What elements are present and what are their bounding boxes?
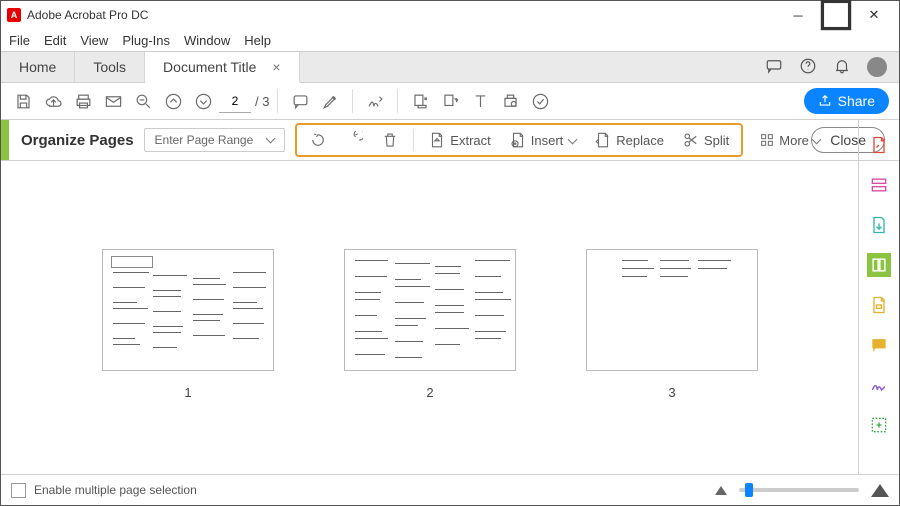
close-tab-icon[interactable]: × [272,59,280,75]
minimize-button[interactable]: ─ [779,2,817,28]
split-button[interactable]: Split [676,131,735,149]
rotate-ccw-button[interactable] [303,131,333,149]
rotate-cw-button[interactable] [339,131,369,149]
delete-button[interactable] [375,131,405,149]
tab-document[interactable]: Document Title× [145,52,300,83]
zoom-large-icon[interactable] [871,484,889,497]
rail-edit-icon[interactable] [867,293,891,317]
insert-button[interactable]: Insert [503,131,583,149]
page-down-icon[interactable] [189,87,217,115]
multi-select-label: Enable multiple page selection [34,483,197,497]
zoom-slider[interactable] [739,488,859,492]
organize-pages-title: Organize Pages [21,132,134,149]
rail-create-pdf-icon[interactable] [867,133,891,157]
tab-tools[interactable]: Tools [75,52,145,82]
email-icon[interactable] [99,87,127,115]
close-window-button[interactable]: ✕ [855,2,893,28]
thumbnail-area: for(let i=0;i<26;i++)document.write('<di… [1,159,859,475]
maximize-button[interactable] [817,2,855,28]
sign-icon[interactable] [361,87,389,115]
rail-export-icon[interactable] [867,213,891,237]
rail-more-tools-icon[interactable] [867,413,891,437]
replace-button[interactable]: Replace [588,131,670,149]
highlight-icon[interactable] [316,87,344,115]
bell-icon[interactable] [833,57,851,78]
rail-combine-icon[interactable] [867,173,891,197]
organize-tools-highlight: Extract Insert Replace Split [295,123,743,157]
page-label-2: 2 [426,385,433,400]
menu-edit[interactable]: Edit [44,33,66,48]
page-thumbnail-2[interactable]: for(let i=0;i<30;i++)document.write('<di… [344,249,516,371]
rail-fill-sign-icon[interactable] [867,373,891,397]
rotate-page-icon[interactable] [436,87,464,115]
zoom-small-icon[interactable] [715,486,727,495]
page-label-1: 1 [184,385,191,400]
print-icon[interactable] [69,87,97,115]
page-thumbnail-1[interactable]: for(let i=0;i<26;i++)document.write('<di… [102,249,274,371]
menu-file[interactable]: File [9,33,30,48]
extract-button[interactable]: Extract [422,131,496,149]
menu-window[interactable]: Window [184,33,230,48]
cloud-upload-icon[interactable] [39,87,67,115]
page-label-3: 3 [668,385,675,400]
multi-select-checkbox[interactable] [11,483,26,498]
chat-icon[interactable] [765,57,783,78]
zoom-out-icon[interactable] [129,87,157,115]
app-icon: A [7,8,21,22]
share-button[interactable]: Share [804,88,889,114]
accent-bar [1,120,9,160]
tab-home[interactable]: Home [1,52,75,82]
rail-organize-icon[interactable] [867,253,891,277]
page-thumbnail-3[interactable]: for(let i=0;i<8;i++)document.write('<div… [586,249,758,371]
page-total: / 3 [255,94,269,109]
help-icon[interactable] [799,57,817,78]
checkmark-icon[interactable] [526,87,554,115]
menu-view[interactable]: View [80,33,108,48]
comment-icon[interactable] [286,87,314,115]
rail-comment-icon[interactable] [867,333,891,357]
save-icon[interactable] [9,87,37,115]
menu-plugins[interactable]: Plug-Ins [122,33,170,48]
page-range-dropdown[interactable]: Enter Page Range [144,128,286,152]
menu-help[interactable]: Help [244,33,271,48]
user-avatar[interactable] [867,57,887,77]
crop-icon[interactable] [406,87,434,115]
page-number-input[interactable] [219,90,251,113]
app-title: Adobe Acrobat Pro DC [27,8,779,22]
text-icon[interactable] [466,87,494,115]
page-up-icon[interactable] [159,87,187,115]
print-production-icon[interactable] [496,87,524,115]
